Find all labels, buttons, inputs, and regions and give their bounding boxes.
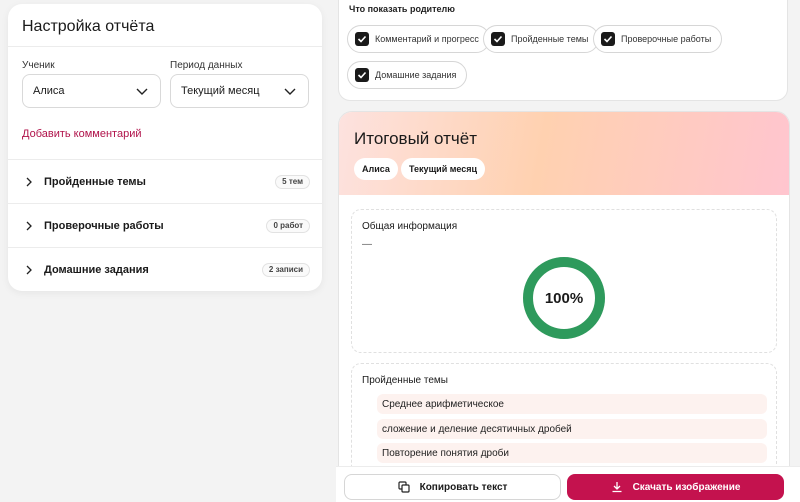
download-image-button[interactable]: Скачать изображение [567, 474, 784, 500]
period-tag: Текущий месяц [401, 158, 486, 180]
option-label: Проверочные работы [621, 34, 712, 44]
section-row-topics[interactable]: Пройденные темы 5 тем [8, 159, 322, 203]
copy-icon [397, 481, 410, 493]
checkbox-checked-icon[interactable] [355, 68, 369, 82]
chevron-right-icon [26, 221, 32, 231]
checkbox-checked-icon[interactable] [491, 32, 505, 46]
count-badge: 2 записи [261, 262, 310, 277]
progress-percent: 100% [544, 289, 584, 307]
report-settings-panel: Настройка отчёта Ученик Алиса Период дан… [8, 4, 322, 291]
add-comment-link[interactable]: Добавить комментарий [22, 128, 141, 140]
show-to-parent-title: Что показать родителю [349, 4, 455, 14]
show-to-parent-card: Что показать родителю Комментарий и прог… [338, 0, 788, 101]
student-select[interactable]: Алиса [22, 74, 161, 108]
topic-item: Повторение понятия дроби [377, 443, 767, 463]
option-homework[interactable]: Домашние задания [347, 61, 468, 89]
count-badge: 0 работ [266, 218, 310, 233]
count-badge: 5 тем [275, 174, 310, 189]
settings-title: Настройка отчёта [22, 18, 155, 35]
option-label: Домашние задания [375, 70, 457, 80]
option-label: Пройденные темы [511, 34, 589, 44]
actions-bar: Копировать текст Скачать изображение [336, 466, 800, 502]
section-row-tests[interactable]: Проверочные работы 0 работ [8, 203, 322, 247]
chevron-down-icon [136, 88, 148, 95]
divider [8, 46, 322, 47]
option-comment-progress[interactable]: Комментарий и прогресс [347, 25, 490, 53]
section-label: Домашние задания [44, 263, 149, 276]
chevron-right-icon [26, 177, 32, 187]
chevron-down-icon [284, 88, 296, 95]
topic-item: сложение и деление десятичных дробей [377, 419, 767, 439]
checkbox-checked-icon[interactable] [355, 32, 369, 46]
general-info-dash: — [362, 239, 372, 250]
general-info-section: Общая информация — 100% [351, 209, 777, 353]
period-select[interactable]: Текущий месяц [170, 74, 309, 108]
section-label: Проверочные работы [44, 219, 164, 232]
report-header: Итоговый отчёт Алиса Текущий месяц [339, 112, 789, 195]
download-image-label: Скачать изображение [632, 481, 741, 493]
topic-item: Среднее арифметическое [377, 394, 767, 414]
topics-title: Пройденные темы [362, 375, 448, 386]
student-tag: Алиса [354, 158, 398, 180]
copy-text-label: Копировать текст [419, 481, 508, 493]
checkbox-checked-icon[interactable] [601, 32, 615, 46]
download-icon [612, 482, 622, 493]
period-label: Период данных [170, 60, 243, 71]
period-select-value: Текущий месяц [181, 85, 260, 97]
copy-text-button[interactable]: Копировать текст [344, 474, 561, 500]
section-row-homework[interactable]: Домашние задания 2 записи [8, 247, 322, 291]
option-tests[interactable]: Проверочные работы [593, 25, 723, 53]
general-info-title: Общая информация [362, 221, 458, 232]
option-topics[interactable]: Пройденные темы [483, 25, 600, 53]
student-select-value: Алиса [33, 85, 65, 97]
final-report-card: Итоговый отчёт Алиса Текущий месяц Общая… [338, 111, 790, 502]
section-label: Пройденные темы [44, 175, 146, 188]
option-label: Комментарий и прогресс [375, 34, 479, 44]
student-label: Ученик [22, 60, 55, 71]
chevron-right-icon [26, 265, 32, 275]
report-title: Итоговый отчёт [354, 129, 477, 148]
